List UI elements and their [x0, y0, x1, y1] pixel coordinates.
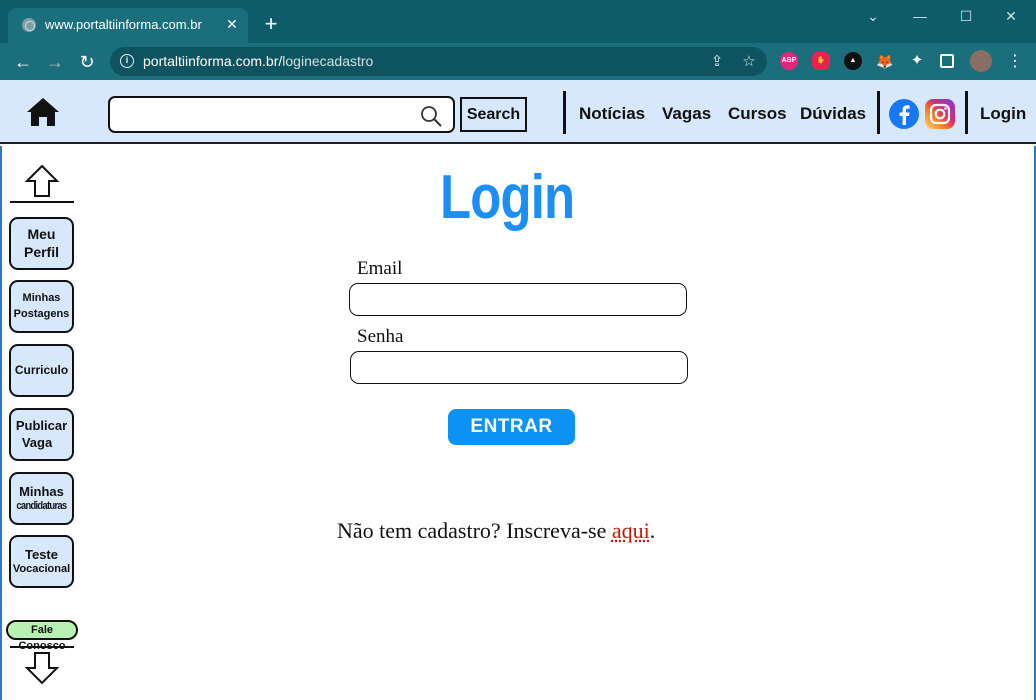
sidebar-item-label: Meu: [27, 226, 56, 242]
sidebar-item-publicar-vaga[interactable]: Publicar Vaga: [9, 408, 74, 461]
site-info-icon[interactable]: i: [120, 54, 134, 68]
instagram-icon[interactable]: [924, 98, 956, 130]
contact-button[interactable]: Fale Conosco: [6, 620, 78, 652]
home-icon[interactable]: [25, 96, 61, 128]
header-divider: [877, 91, 880, 134]
email-label: Email: [357, 258, 403, 279]
url-text: portaltiinforma.com.br/loginecadastro: [143, 53, 374, 69]
sidebar-item-label: Minhas: [22, 291, 61, 304]
sidebar-item-meu-perfil[interactable]: Meu Perfil: [9, 217, 74, 270]
search-button[interactable]: Search: [460, 97, 527, 132]
bookmark-star-icon[interactable]: ☆: [739, 52, 759, 72]
header-divider: [563, 91, 566, 134]
sidebar-item-label: Teste: [24, 546, 58, 562]
tab-search-icon[interactable]: ⌄: [860, 6, 886, 28]
sidebar-item-label: Postagens: [13, 307, 70, 320]
sidebar-item-label: Minhas: [19, 483, 64, 499]
email-field[interactable]: [349, 283, 687, 316]
arc-extension-icon[interactable]: ▲: [844, 52, 862, 70]
nav-vagas[interactable]: Vagas: [662, 104, 711, 124]
sidebar-item-label: Curriculo: [14, 363, 69, 377]
new-tab-icon[interactable]: +: [261, 13, 281, 35]
password-label: Senha: [357, 326, 404, 347]
signup-text: Não tem cadastro? Inscreva-se: [337, 518, 612, 543]
back-icon[interactable]: ←: [12, 51, 34, 73]
page-title: Login: [440, 163, 575, 232]
close-tab-icon[interactable]: ✕: [224, 16, 240, 32]
address-bar[interactable]: i portaltiinforma.com.br/loginecadastro …: [110, 47, 767, 76]
facebook-icon[interactable]: [888, 98, 920, 130]
sidebar-item-minhas-postagens[interactable]: Minhas Postagens: [9, 280, 74, 333]
header-divider: [965, 91, 968, 134]
password-field[interactable]: [350, 351, 688, 384]
signup-link[interactable]: aqui: [612, 518, 650, 543]
profile-avatar[interactable]: [970, 50, 992, 72]
login-link[interactable]: Login: [980, 104, 1026, 124]
browser-tab-bar: www.portaltiinforma.com.br ✕ + ⌄ — ☐ ✕: [0, 0, 1036, 43]
fox-extension-icon[interactable]: 🦊: [876, 52, 894, 70]
browser-tab[interactable]: www.portaltiinforma.com.br ✕: [8, 8, 248, 43]
scroll-down-arrow-icon[interactable]: [24, 651, 60, 685]
nav-duvidas[interactable]: Dúvidas: [800, 104, 866, 124]
side-panel-icon[interactable]: [940, 54, 954, 68]
search-box[interactable]: [108, 96, 455, 133]
extensions-puzzle-icon[interactable]: ✦: [908, 52, 926, 70]
minimize-icon[interactable]: —: [907, 6, 933, 28]
sidebar-item-teste-vocacional[interactable]: Teste Vocacional: [9, 535, 74, 588]
site-header: Search Notícias Vagas Cursos Dúvidas Log…: [0, 80, 1036, 144]
signup-prompt: Não tem cadastro? Inscreva-se aqui.: [337, 518, 655, 544]
reload-icon[interactable]: ↻: [76, 51, 98, 73]
sidebar-item-label: Perfil: [23, 243, 59, 260]
sidebar-item-label: candidaturas: [16, 499, 67, 512]
menu-dots-icon[interactable]: ⋮: [1004, 51, 1026, 73]
sidebar-item-label: Vocacional: [12, 562, 71, 575]
nav-noticias[interactable]: Notícias: [579, 104, 645, 124]
sidebar-divider: [10, 646, 74, 648]
sidebar-item-curriculo[interactable]: Curriculo: [9, 344, 74, 397]
adblock-extension-icon[interactable]: ABP: [780, 52, 798, 70]
sidebar-divider: [10, 201, 74, 203]
search-icon[interactable]: [419, 104, 443, 128]
share-icon[interactable]: ⇪: [707, 52, 727, 72]
sidebar-item-label: Publicar: [15, 418, 68, 434]
nav-cursos[interactable]: Cursos: [728, 104, 787, 124]
maximize-icon[interactable]: ☐: [953, 6, 979, 28]
search-input[interactable]: [118, 104, 418, 126]
signup-punctuation: .: [649, 518, 656, 543]
forward-icon[interactable]: →: [44, 51, 66, 73]
scroll-up-arrow-icon[interactable]: [24, 164, 60, 198]
browser-toolbar: ← → ↻ i portaltiinforma.com.br/loginecad…: [0, 43, 1036, 80]
close-window-icon[interactable]: ✕: [998, 6, 1024, 28]
globe-icon: [22, 18, 36, 32]
hand-extension-icon[interactable]: ✋: [812, 52, 830, 70]
tab-title: www.portaltiinforma.com.br: [45, 17, 202, 32]
submit-button[interactable]: ENTRAR: [448, 409, 575, 445]
sidebar-item-label: Vaga: [21, 434, 53, 450]
sidebar-item-minhas-candidaturas[interactable]: Minhas candidaturas: [9, 472, 74, 525]
